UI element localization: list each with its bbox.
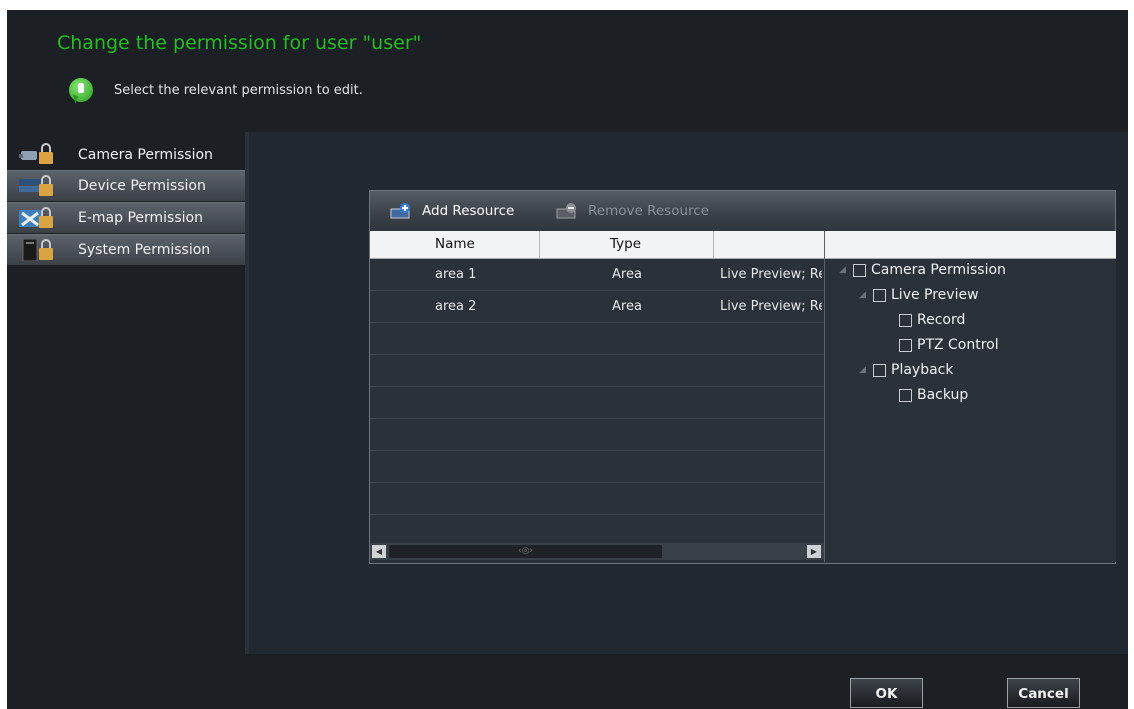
sidebar-item-system-permission[interactable]: System Permission (7, 234, 245, 265)
cell-permission: Live Preview; Record; PTZ Control; Playb… (720, 267, 822, 282)
expand-arrow-icon[interactable]: ◢ (859, 366, 867, 375)
camera-lock-icon (19, 143, 53, 164)
scroll-right-arrow-icon[interactable]: ▶ (807, 545, 821, 558)
remove-resource-icon (556, 203, 576, 219)
page-title: Change the permission for user "user" (57, 32, 422, 54)
hint-text: Select the relevant permission to edit. (114, 83, 363, 98)
cell-permission: Live Preview; Record; PTZ Control; Playb… (720, 299, 822, 314)
table-row-empty (370, 483, 824, 515)
table-row-empty (370, 323, 824, 355)
tree-node-label: Record (917, 312, 966, 328)
add-resource-icon (390, 203, 410, 219)
dialog-footer: OK Cancel (7, 654, 1128, 709)
resource-panel: Add Resource Remove Resource Name Type a… (369, 190, 1116, 564)
device-lock-icon (19, 175, 53, 196)
tree-node-label: Camera Permission (871, 262, 1006, 278)
table-header: Name Type (370, 231, 824, 259)
ok-button[interactable]: OK (850, 678, 923, 708)
add-resource-button[interactable]: Add Resource (390, 201, 514, 221)
sidebar-item-label: Camera Permission (78, 146, 213, 163)
sidebar-item-label: System Permission (78, 242, 211, 258)
checkbox[interactable] (873, 363, 886, 377)
cell-type: Area (612, 267, 642, 282)
table-row-empty (370, 355, 824, 387)
column-header-type[interactable]: Type (540, 231, 714, 258)
tree-node-label: Backup (917, 387, 969, 403)
cell-type: Area (612, 299, 642, 314)
expand-arrow-icon[interactable]: ◢ (859, 291, 867, 300)
scrollbar-thumb[interactable]: ‹◎› (389, 545, 662, 558)
header: Change the permission for user "user" Se… (7, 10, 1128, 132)
add-resource-label: Add Resource (422, 203, 515, 219)
checkbox[interactable] (899, 338, 912, 352)
system-lock-icon (22, 239, 53, 261)
tree-node-live-preview[interactable]: ◢ Live Preview (859, 284, 979, 306)
table-row-empty (370, 419, 824, 451)
cell-name: area 1 (435, 267, 477, 282)
table-row-empty (370, 387, 824, 419)
emap-lock-icon (19, 207, 53, 228)
column-header-permission[interactable] (714, 231, 824, 258)
horizontal-scrollbar[interactable]: ◀ ‹◎› ▶ (370, 543, 824, 560)
checkbox[interactable] (899, 313, 912, 327)
cell-name: area 2 (435, 299, 477, 314)
sidebar-item-emap-permission[interactable]: E-map Permission (7, 202, 245, 233)
resource-table: Name Type area 1 Area Live Preview; Reco… (370, 231, 824, 562)
table-row[interactable]: area 2 Area Live Preview; Record; PTZ Co… (370, 291, 824, 323)
remove-resource-label: Remove Resource (588, 203, 709, 219)
tree-node-backup[interactable]: Backup (885, 384, 968, 406)
tree-node-record[interactable]: Record (885, 309, 965, 331)
checkbox[interactable] (873, 288, 886, 302)
sidebar-item-camera-permission[interactable]: Camera Permission (7, 139, 245, 170)
tree-node-ptz-control[interactable]: PTZ Control (885, 334, 999, 356)
column-header-name[interactable]: Name (370, 231, 540, 258)
permission-tree: ◢ Camera Permission ◢ Live Preview Recor… (824, 231, 1116, 562)
sidebar-item-device-permission[interactable]: Device Permission (7, 170, 245, 201)
tree-node-label: Live Preview (891, 287, 979, 303)
remove-resource-button[interactable]: Remove Resource (556, 201, 709, 221)
cancel-button[interactable]: Cancel (1007, 678, 1080, 708)
permission-sidebar: Camera Permission Device Permission E-ma… (7, 132, 249, 654)
tree-node-playback[interactable]: ◢ Playback (859, 359, 953, 381)
checkbox[interactable] (899, 388, 912, 402)
tree-header (825, 231, 1116, 259)
checkbox[interactable] (853, 263, 866, 277)
tree-node-camera-permission[interactable]: ◢ Camera Permission (839, 259, 1006, 281)
tree-node-label: PTZ Control (917, 337, 999, 353)
sidebar-item-label: Device Permission (78, 178, 206, 194)
resource-toolbar: Add Resource Remove Resource (370, 191, 1115, 231)
permission-dialog: Change the permission for user "user" Se… (7, 10, 1128, 709)
scroll-left-arrow-icon[interactable]: ◀ (372, 545, 386, 558)
tree-node-label: Playback (891, 362, 954, 378)
expand-arrow-icon[interactable]: ◢ (839, 266, 847, 275)
table-row-empty (370, 451, 824, 483)
sidebar-item-label: E-map Permission (78, 210, 203, 226)
info-bubble-icon (69, 78, 93, 102)
table-row[interactable]: area 1 Area Live Preview; Record; PTZ Co… (370, 259, 824, 291)
